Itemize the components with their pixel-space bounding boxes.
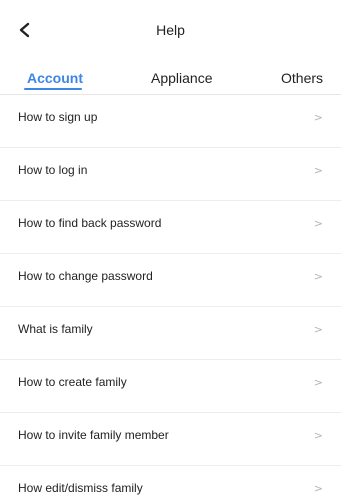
list-item-change-password[interactable]: How to change password > (0, 254, 341, 307)
list-item-label: How to create family (18, 375, 127, 389)
list-item-log-in[interactable]: How to log in > (0, 148, 341, 201)
header: Help (0, 0, 341, 60)
chevron-right-icon: > (313, 111, 323, 124)
list-item-label: How to invite family member (18, 428, 169, 442)
list-item-label: How to log in (18, 163, 88, 177)
chevron-right-icon: > (313, 164, 323, 177)
chevron-right-icon: > (313, 217, 323, 230)
tab-bar: Account Appliance Others (0, 60, 341, 95)
help-topic-list: How to sign up > How to log in > How to … (0, 95, 341, 501)
list-item-label: How edit/dismiss family (18, 481, 143, 495)
chevron-right-icon: > (313, 376, 323, 389)
list-item-label: How to sign up (18, 110, 98, 124)
list-item-edit-dismiss-family[interactable]: How edit/dismiss family > (0, 466, 341, 501)
tab-account[interactable]: Account (27, 70, 83, 86)
list-item-what-is-family[interactable]: What is family > (0, 307, 341, 360)
chevron-right-icon: > (313, 482, 323, 495)
active-tab-indicator (24, 88, 82, 90)
chevron-right-icon: > (313, 323, 323, 336)
help-screen: Help Account Appliance Others How to sig… (0, 0, 341, 501)
list-item-invite-family-member[interactable]: How to invite family member > (0, 413, 341, 466)
list-item-create-family[interactable]: How to create family > (0, 360, 341, 413)
page-title: Help (156, 22, 185, 38)
chevron-right-icon: > (313, 270, 323, 283)
tab-appliance[interactable]: Appliance (151, 70, 213, 86)
list-item-label: How to find back password (18, 216, 162, 230)
tab-others[interactable]: Others (281, 70, 323, 86)
list-item-find-back-password[interactable]: How to find back password > (0, 201, 341, 254)
list-item-label: What is family (18, 322, 93, 336)
list-item-sign-up[interactable]: How to sign up > (0, 95, 341, 148)
list-item-label: How to change password (18, 269, 153, 283)
chevron-right-icon: > (313, 429, 323, 442)
